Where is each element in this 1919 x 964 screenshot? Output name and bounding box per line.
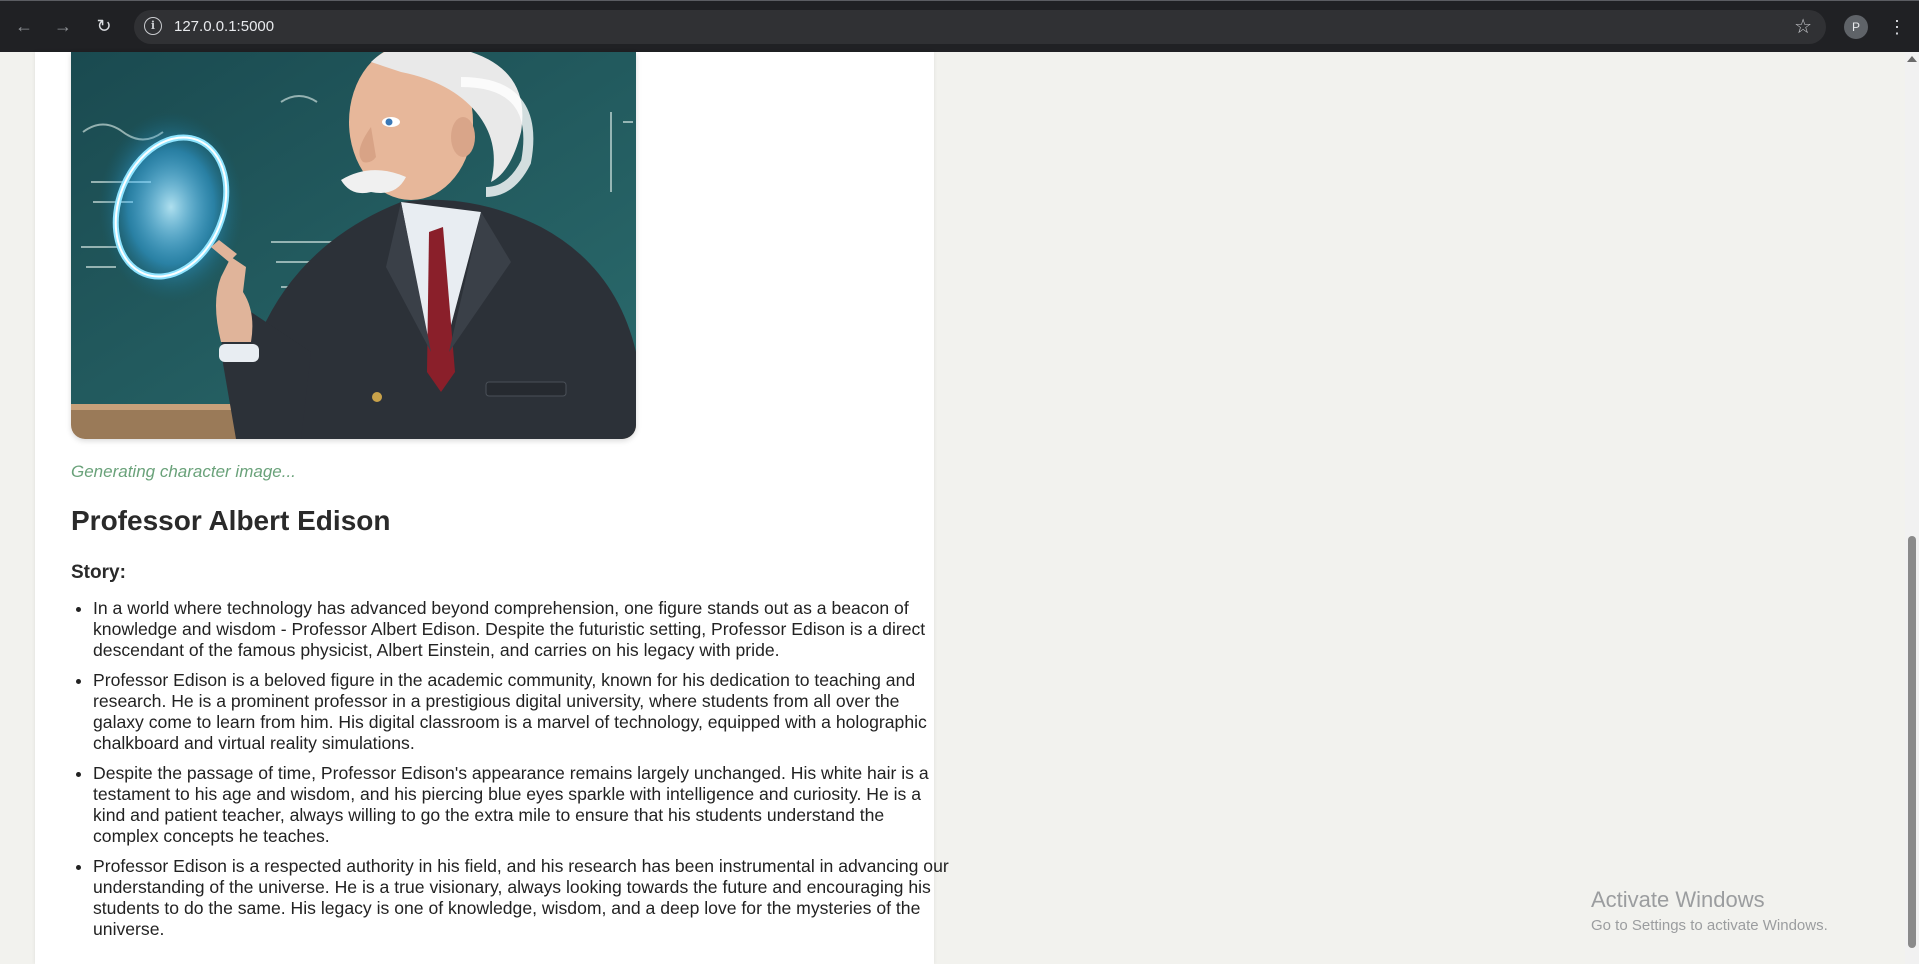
forward-arrow-icon[interactable]: →: [50, 13, 76, 39]
browser-toolbar: ← → ↻ i 127.0.0.1:5000 ☆ P ⋮: [0, 0, 1919, 52]
character-portrait-image: [71, 52, 636, 439]
vertical-dots-icon[interactable]: ⋮: [1888, 13, 1906, 41]
activate-windows-title: Activate Windows: [1591, 887, 1765, 912]
back-arrow-icon[interactable]: ←: [11, 13, 37, 39]
story-paragraph: Professor Edison is a beloved figure in …: [93, 670, 953, 754]
character-name: Professor Albert Edison: [71, 505, 391, 536]
character-card: Generating character image... Professor …: [35, 52, 949, 964]
scroll-up-arrow-icon[interactable]: [1907, 56, 1917, 62]
story-paragraph: In a world where technology has advanced…: [93, 598, 953, 661]
address-bar[interactable]: i 127.0.0.1:5000 ☆: [134, 10, 1826, 44]
image-generation-status: Generating character image...: [71, 462, 296, 481]
scrollbar-thumb[interactable]: [1908, 536, 1916, 948]
star-icon[interactable]: ☆: [1794, 14, 1812, 39]
story-paragraph: Professor Edison is a respected authorit…: [93, 856, 953, 940]
story-list: In a world where technology has advanced…: [71, 598, 953, 949]
profile-avatar[interactable]: P: [1844, 15, 1868, 39]
info-icon[interactable]: i: [144, 17, 162, 35]
url-text[interactable]: 127.0.0.1:5000: [174, 18, 274, 35]
story-heading: Story:: [71, 562, 126, 583]
activate-windows-subtitle: Go to Settings to activate Windows.: [1591, 917, 1828, 934]
reload-icon[interactable]: ↻: [91, 13, 117, 39]
page-scrollbar[interactable]: [1905, 52, 1919, 964]
story-paragraph: Despite the passage of time, Professor E…: [93, 763, 953, 847]
character-portrait: [71, 52, 636, 439]
